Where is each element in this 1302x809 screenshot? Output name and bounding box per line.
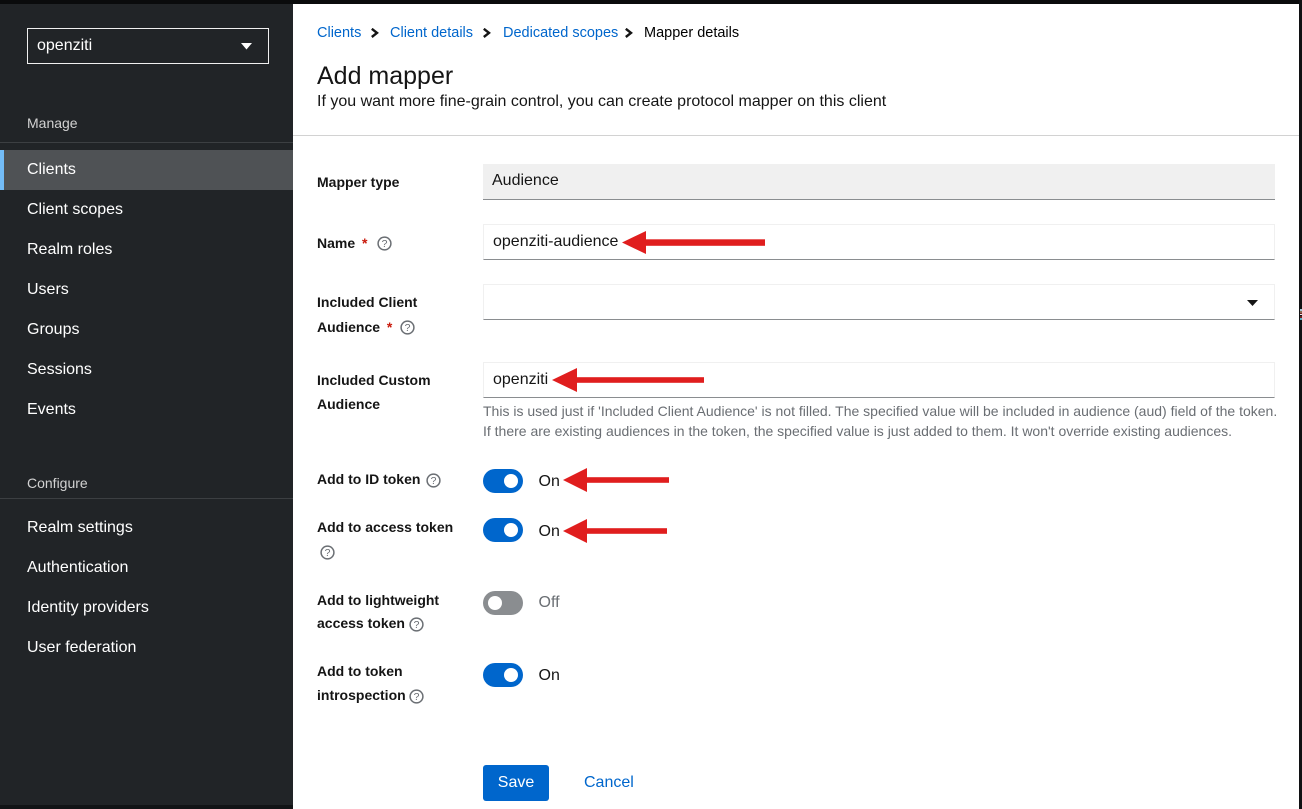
svg-text:?: ?: [325, 547, 331, 559]
svg-text:?: ?: [431, 475, 437, 487]
svg-text:?: ?: [414, 619, 420, 631]
svg-text:?: ?: [414, 691, 420, 703]
svg-text:?: ?: [382, 238, 388, 250]
svg-text:?: ?: [405, 322, 411, 334]
